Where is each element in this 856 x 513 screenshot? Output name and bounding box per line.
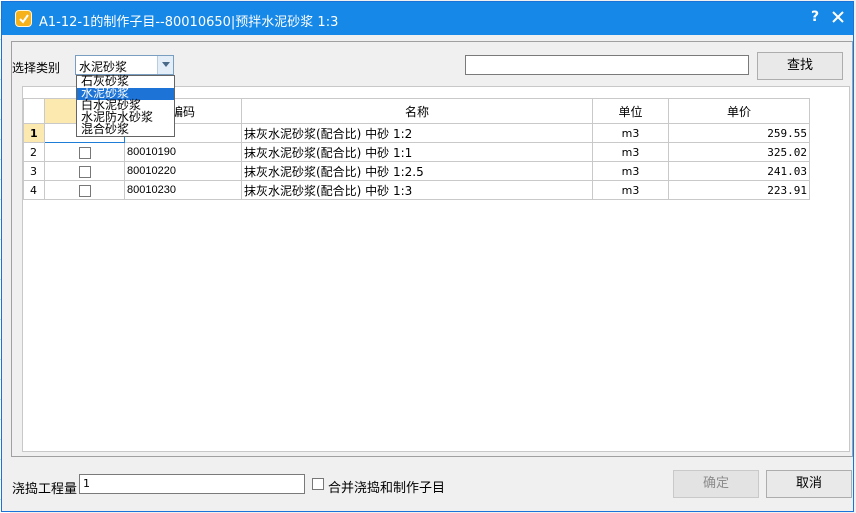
find-button[interactable]: 查找 — [757, 52, 843, 80]
row-name: 抹灰水泥砂浆(配合比) 中砂 1:2.5 — [241, 161, 593, 181]
row-code: 80010190 — [124, 142, 242, 162]
row-select-cell[interactable] — [44, 142, 125, 162]
row-unit: m3 — [592, 180, 669, 200]
row-price: 241.03 — [668, 161, 810, 181]
column-header-name[interactable]: 名称 — [241, 98, 593, 124]
row-unit: m3 — [592, 161, 669, 181]
help-button[interactable]: ? — [807, 9, 823, 27]
quantity-label: 浇捣工程量 — [12, 482, 78, 497]
quantity-input[interactable]: 1 — [79, 474, 305, 494]
category-combobox[interactable]: 水泥砂浆 — [75, 55, 174, 75]
row-number: 3 — [23, 161, 45, 181]
row-number: 2 — [23, 142, 45, 162]
table-row[interactable]: 3 80010220 抹灰水泥砂浆(配合比) 中砂 1:2.5 m3 241.0… — [23, 161, 810, 181]
row-unit: m3 — [592, 123, 669, 143]
cancel-button[interactable]: 取消 — [766, 470, 852, 498]
category-combobox-value: 水泥砂浆 — [79, 60, 128, 74]
category-dropdown-button[interactable] — [157, 56, 173, 74]
dropdown-option[interactable]: 混合砂浆 — [77, 123, 174, 136]
column-header-price[interactable]: 单价 — [668, 98, 810, 124]
row-checkbox[interactable] — [78, 165, 91, 178]
row-code: 80010230 — [124, 180, 242, 200]
table-corner — [23, 98, 45, 124]
app-logo-icon — [15, 10, 32, 27]
row-name: 抹灰水泥砂浆(配合比) 中砂 1:2 — [241, 123, 593, 143]
category-label: 选择类别 — [12, 61, 61, 75]
window-title: A1-12-1的制作子目--80010650|预拌水泥砂浆 1:3 — [39, 15, 339, 30]
ok-button[interactable]: 确定 — [673, 470, 759, 498]
table-row[interactable]: 2 80010190 抹灰水泥砂浆(配合比) 中砂 1:1 m3 325.02 — [23, 142, 810, 162]
column-header-unit[interactable]: 单位 — [592, 98, 669, 124]
material-table: 选 编码 名称 单位 单价 1 抹灰水泥砂浆(配合比) 中砂 1:2 m3 25… — [22, 86, 850, 452]
row-price: 325.02 — [668, 142, 810, 162]
title-bar: A1-12-1的制作子目--80010650|预拌水泥砂浆 1:3 ? — [2, 2, 853, 35]
row-select-cell[interactable] — [44, 180, 125, 200]
row-name: 抹灰水泥砂浆(配合比) 中砂 1:1 — [241, 142, 593, 162]
search-input[interactable] — [465, 55, 749, 75]
chevron-down-icon — [162, 62, 170, 67]
category-dropdown-list: 石灰砂浆 水泥砂浆 白水泥砂浆 水泥防水砂浆 混合砂浆 — [76, 75, 175, 137]
merge-checkbox[interactable] — [312, 478, 324, 490]
merge-label[interactable]: 合并浇捣和制作子目 — [328, 477, 445, 496]
row-select-cell[interactable] — [44, 161, 125, 181]
row-number: 4 — [23, 180, 45, 200]
row-code: 80010220 — [124, 161, 242, 181]
table-row[interactable]: 4 80010230 抹灰水泥砂浆(配合比) 中砂 1:3 m3 223.91 — [23, 180, 810, 200]
row-price: 223.91 — [668, 180, 810, 200]
close-button[interactable] — [829, 8, 847, 26]
row-name: 抹灰水泥砂浆(配合比) 中砂 1:3 — [241, 180, 593, 200]
row-checkbox[interactable] — [78, 146, 91, 159]
row-checkbox[interactable] — [78, 184, 91, 197]
row-price: 259.55 — [668, 123, 810, 143]
close-icon — [832, 11, 844, 23]
row-unit: m3 — [592, 142, 669, 162]
row-number: 1 — [23, 123, 45, 143]
